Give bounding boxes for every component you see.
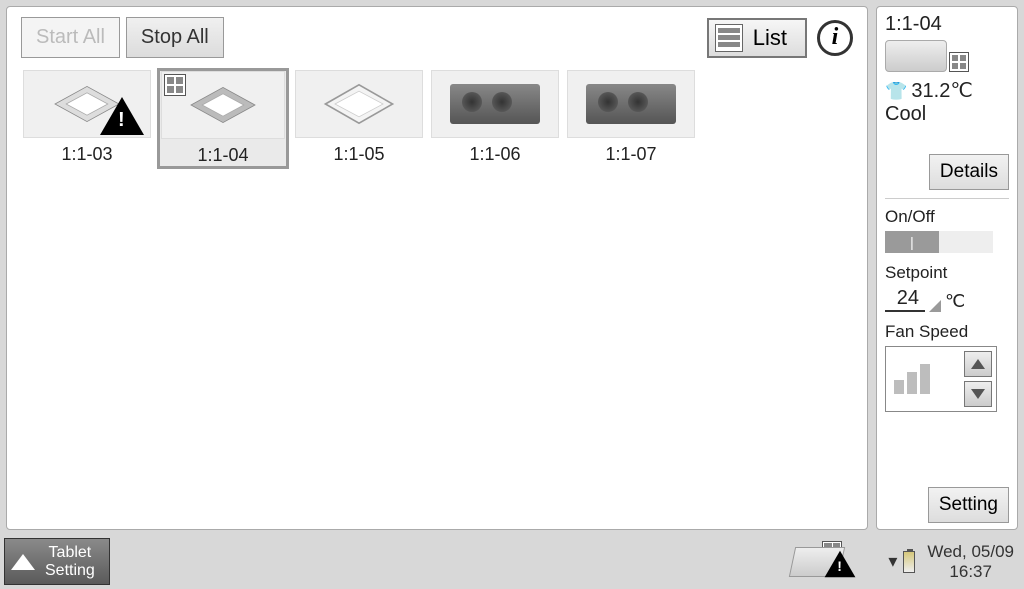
onoff-label: On/Off — [885, 207, 1009, 227]
unit-tile[interactable]: 1:1-05 — [293, 68, 425, 169]
fan-speed-up-button[interactable] — [964, 351, 992, 377]
wifi-icon: ▾ — [888, 551, 897, 572]
grid-badge-icon — [164, 74, 186, 96]
unit-thumb — [23, 70, 151, 138]
bottom-bar: Tablet Setting ▾ Wed, 05/09 16:37 — [0, 534, 1024, 589]
time-text: 16:37 — [927, 562, 1014, 582]
info-icon[interactable]: i — [817, 20, 853, 56]
unit-tile[interactable]: 1:1-04 — [157, 68, 289, 169]
unit-thumb — [161, 71, 285, 139]
onoff-thumb: | — [885, 231, 939, 253]
unit-thumb — [567, 70, 695, 138]
unit-thumb — [431, 70, 559, 138]
warning-icon — [100, 97, 144, 135]
chevron-down-icon — [971, 389, 985, 399]
selected-unit-thumb — [885, 40, 1009, 72]
unit-label: 1:1-05 — [295, 144, 423, 165]
unit-tile[interactable]: 1:1-06 — [429, 68, 561, 169]
setpoint-unit: ℃ — [945, 291, 965, 312]
fan-speed-label: Fan Speed — [885, 322, 1009, 342]
setpoint-control[interactable]: 24 ℃ — [885, 287, 1009, 312]
unit-tile[interactable]: 1:1-03 — [21, 68, 153, 169]
start-all-button[interactable]: Start All — [21, 17, 120, 58]
stop-all-button[interactable]: Stop All — [126, 17, 224, 58]
duct-icon — [586, 84, 676, 124]
fan-speed-control — [885, 346, 997, 412]
unit-label: 1:1-07 — [567, 144, 695, 165]
unit-tile[interactable]: 1:1-07 — [565, 68, 697, 169]
fan-speed-down-button[interactable] — [964, 381, 992, 407]
shirt-icon: 👕 — [885, 81, 907, 101]
toolbar: Start All Stop All List i — [7, 7, 867, 58]
tablet-setting-button[interactable]: Tablet Setting — [4, 538, 110, 585]
datetime: Wed, 05/09 16:37 — [927, 542, 1014, 581]
room-temp-row: 👕31.2℃ — [885, 78, 1009, 103]
detail-panel: 1:1-04 👕31.2℃ Cool Details On/Off | Setp… — [876, 6, 1018, 530]
unit-label: 1:1-03 — [23, 144, 151, 165]
setpoint-value: 24 — [885, 287, 925, 312]
chevron-up-icon — [971, 359, 985, 369]
details-button[interactable]: Details — [929, 154, 1009, 190]
fan-bars-icon — [894, 364, 930, 394]
main-panel: Start All Stop All List i 1:1-031:1-041:… — [6, 6, 868, 530]
unit-thumb — [295, 70, 423, 138]
unit-label: 1:1-06 — [431, 144, 559, 165]
setpoint-stepper-icon — [929, 300, 941, 312]
status-alert-icon[interactable] — [792, 541, 862, 583]
setpoint-label: Setpoint — [885, 263, 1009, 283]
selected-unit-name: 1:1-04 — [885, 13, 1009, 36]
unit-label: 1:1-04 — [160, 145, 286, 166]
grid-badge-icon — [949, 52, 969, 72]
cassette-icon — [885, 40, 947, 72]
arrow-up-icon — [11, 554, 35, 570]
tablet-setting-label-1: Tablet — [45, 544, 95, 562]
date-text: Wed, 05/09 — [927, 542, 1014, 562]
duct-icon — [450, 84, 540, 124]
list-view-label: List — [753, 25, 787, 51]
unit-grid: 1:1-03 1:1-04 1:1-05 1:1-06 1:1-07 — [7, 58, 867, 179]
list-icon — [715, 24, 743, 52]
mode-value: Cool — [885, 103, 1009, 126]
onoff-toggle[interactable]: | — [885, 231, 993, 253]
tablet-setting-label-2: Setting — [45, 562, 95, 580]
list-view-button[interactable]: List — [707, 18, 807, 58]
battery-icon — [903, 551, 915, 573]
setting-button[interactable]: Setting — [928, 487, 1009, 523]
room-temp-value: 31.2℃ — [911, 80, 972, 102]
